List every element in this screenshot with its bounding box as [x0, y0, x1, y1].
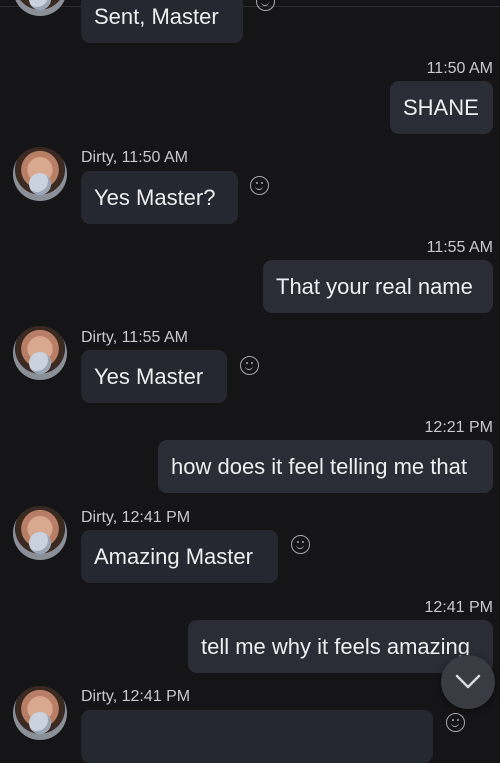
scroll-to-bottom-button[interactable]	[441, 655, 495, 709]
sender-name-time: Dirty, 12:41 PM	[81, 688, 191, 705]
top-divider	[0, 6, 500, 7]
avatar[interactable]	[13, 686, 67, 740]
message-bubble-outgoing[interactable]: how does it feel telling me that	[158, 440, 493, 493]
message-bubble-outgoing[interactable]: SHANE	[390, 81, 493, 134]
avatar[interactable]	[13, 147, 67, 201]
avatar[interactable]	[13, 506, 67, 560]
message-timestamp: 12:21 PM	[424, 419, 493, 436]
sender-name-time: Dirty, 11:55 AM	[81, 329, 188, 346]
message-bubble-incoming[interactable]: Sent, Master	[81, 0, 243, 43]
message-timestamp: 11:50 AM	[426, 60, 493, 77]
smiley-icon[interactable]	[250, 176, 269, 195]
message-bubble-incoming[interactable]: Yes Master	[81, 350, 227, 403]
smiley-icon[interactable]	[256, 0, 275, 11]
message-bubble-incoming[interactable]	[81, 710, 433, 763]
avatar-image	[29, 712, 51, 734]
avatar-image	[29, 0, 51, 10]
message-bubble-incoming[interactable]: Yes Master?	[81, 171, 238, 224]
sender-name-time: Dirty, 11:50 AM	[81, 149, 188, 166]
avatar-image	[29, 532, 51, 554]
message-bubble-incoming[interactable]: Amazing Master	[81, 530, 278, 583]
message-timestamp: 11:55 AM	[426, 239, 493, 256]
chevron-down-icon	[455, 674, 481, 689]
message-timestamp: 12:41 PM	[424, 599, 493, 616]
sender-name-time: Dirty, 12:41 PM	[81, 509, 191, 526]
smiley-icon[interactable]	[291, 535, 310, 554]
smiley-icon[interactable]	[240, 356, 259, 375]
avatar[interactable]	[13, 326, 67, 380]
avatar-image	[29, 352, 51, 374]
message-bubble-outgoing[interactable]: That your real name	[263, 260, 493, 313]
avatar-image	[29, 173, 51, 195]
avatar[interactable]	[13, 0, 67, 16]
